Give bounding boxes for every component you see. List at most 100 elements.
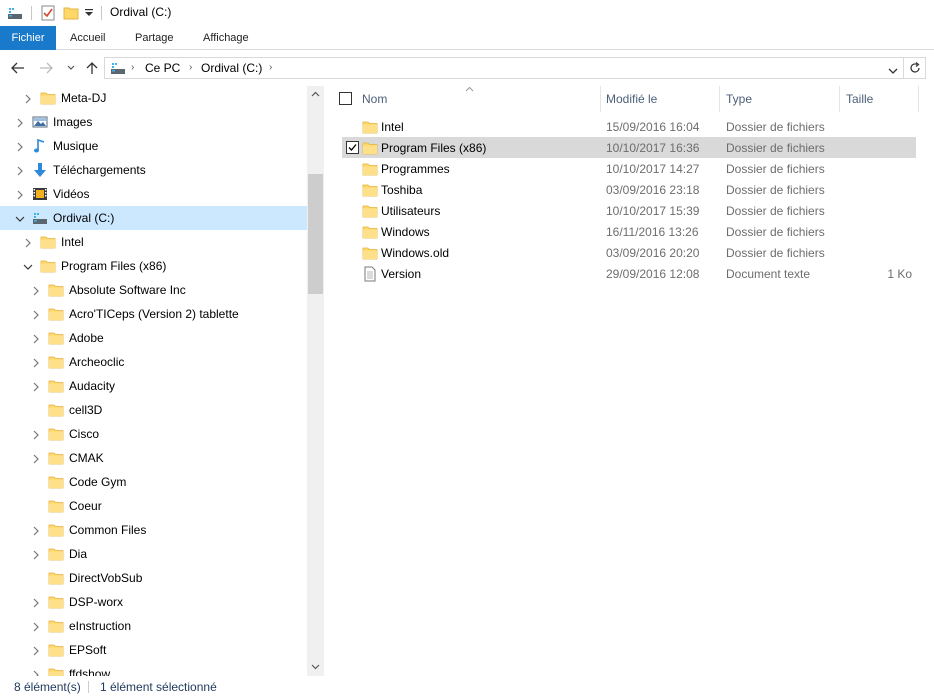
chevron-down-icon[interactable] <box>15 213 25 223</box>
tree-item[interactable]: Archeoclic <box>0 350 307 374</box>
tab-accueil[interactable]: Accueil <box>70 26 105 50</box>
file-row[interactable]: Intel 15/09/2016 16:04 Dossier de fichiers <box>342 116 916 137</box>
column-header-size[interactable]: Taille <box>846 92 873 106</box>
folder-icon <box>362 182 378 198</box>
chevron-right-icon[interactable] <box>31 597 41 608</box>
file-date: 10/10/2017 16:36 <box>606 141 700 155</box>
breadcrumb-separator[interactable]: › <box>131 62 134 73</box>
address-bar[interactable]: › Ce PC › Ordival (C:) › <box>104 57 904 79</box>
chevron-right-icon[interactable] <box>31 645 41 656</box>
forward-arrow-icon <box>40 62 53 74</box>
breadcrumb-ce-pc[interactable]: Ce PC <box>145 61 180 75</box>
chevron-right-icon[interactable] <box>31 357 41 368</box>
chevron-right-icon[interactable] <box>31 669 41 676</box>
up-button[interactable] <box>83 59 101 77</box>
tree-item[interactable]: EPSoft <box>0 638 307 662</box>
folder-icon <box>48 546 64 562</box>
tab-affichage[interactable]: Affichage <box>203 26 249 50</box>
tree-item[interactable]: ffdshow <box>0 662 307 676</box>
tree-item[interactable]: Absolute Software Inc <box>0 278 307 302</box>
refresh-button[interactable] <box>904 57 926 79</box>
folder-icon <box>362 140 378 156</box>
breadcrumb-separator[interactable]: › <box>189 62 192 73</box>
select-all-checkbox[interactable] <box>339 92 352 105</box>
tree-item[interactable]: Audacity <box>0 374 307 398</box>
column-header-name[interactable]: Nom <box>362 92 387 106</box>
new-folder-icon[interactable] <box>63 4 79 22</box>
tree-item-label: Acro'TICeps (Version 2) tablette <box>69 307 239 321</box>
chevron-right-icon[interactable] <box>23 237 33 248</box>
file-list[interactable]: Nom Modifié le Type Taille Intel 15/09/20… <box>324 86 934 676</box>
chevron-right-icon[interactable] <box>15 141 25 152</box>
tree-item[interactable]: Intel <box>0 230 307 254</box>
file-name: Utilisateurs <box>381 204 441 218</box>
file-row[interactable]: Utilisateurs 10/10/2017 15:39 Dossier de f… <box>342 200 916 221</box>
chevron-right-icon[interactable] <box>31 549 41 560</box>
chevron-right-icon[interactable] <box>31 429 41 440</box>
folder-icon <box>48 282 64 298</box>
tree-item[interactable]: eInstruction <box>0 614 307 638</box>
file-row[interactable]: Windows.old 03/09/2016 20:20 Dossier de fi… <box>342 242 916 263</box>
tab-partage[interactable]: Partage <box>135 26 174 50</box>
file-row[interactable]: Programmes 10/10/2017 14:27 Dossier de fic… <box>342 158 916 179</box>
tree-item[interactable]: Dia <box>0 542 307 566</box>
tree-item-label: Téléchargements <box>53 163 146 177</box>
tree-item[interactable]: cell3D <box>0 398 307 422</box>
file-row[interactable]: Toshiba 03/09/2016 23:18 Dossier de fichie… <box>342 179 916 200</box>
tree-item-label: Common Files <box>69 523 147 537</box>
chevron-right-icon[interactable] <box>31 309 41 320</box>
file-date: 03/09/2016 23:18 <box>606 183 700 197</box>
tree-item[interactable]: Program Files (x86) <box>0 254 307 278</box>
file-row[interactable]: Windows 16/11/2016 13:26 Dossier de fichie… <box>342 221 916 242</box>
column-header-date[interactable]: Modifié le <box>606 92 657 106</box>
chevron-down-icon <box>888 68 898 74</box>
status-bar: 8 élément(s) 1 élément sélectionné <box>0 676 934 698</box>
tree-item[interactable]: Acro'TICeps (Version 2) tablette <box>0 302 307 326</box>
tree-item[interactable]: DirectVobSub <box>0 566 307 590</box>
recent-locations-button[interactable] <box>62 59 80 77</box>
forward-button[interactable] <box>37 59 55 77</box>
tree-item[interactable]: DSP-worx <box>0 590 307 614</box>
chevron-right-icon[interactable] <box>15 189 25 200</box>
properties-icon[interactable] <box>41 4 55 22</box>
back-button[interactable] <box>9 59 27 77</box>
navigation-pane[interactable]: Meta-DJ Images Musique Téléchargements Vidéo… <box>0 86 324 676</box>
tree-item[interactable]: Vidéos <box>0 182 307 206</box>
tab-fichier[interactable]: Fichier <box>0 26 56 50</box>
column-header-type[interactable]: Type <box>726 92 752 106</box>
chevron-right-icon[interactable] <box>31 285 41 296</box>
tree-item[interactable]: Common Files <box>0 518 307 542</box>
tree-item[interactable]: Code Gym <box>0 470 307 494</box>
chevron-right-icon[interactable] <box>31 621 41 632</box>
tree-item-label: DSP-worx <box>69 595 124 609</box>
breadcrumb-separator[interactable]: › <box>269 62 272 73</box>
tree-item[interactable]: Images <box>0 110 307 134</box>
file-name: Windows.old <box>381 246 450 260</box>
chevron-right-icon[interactable] <box>31 453 41 464</box>
folder-icon <box>48 498 64 514</box>
chevron-right-icon[interactable] <box>15 165 25 176</box>
chevron-right-icon[interactable] <box>31 525 41 536</box>
customize-quick-access-icon[interactable] <box>85 4 93 22</box>
tree-item[interactable]: Coeur <box>0 494 307 518</box>
chevron-right-icon[interactable] <box>23 93 33 104</box>
tree-item[interactable]: Musique <box>0 134 307 158</box>
chevron-right-icon[interactable] <box>31 381 41 392</box>
row-checkbox[interactable] <box>346 141 359 154</box>
chevron-down-icon[interactable] <box>23 261 33 271</box>
tree-item[interactable]: Ordival (C:) <box>0 206 307 230</box>
tree-item[interactable]: Adobe <box>0 326 307 350</box>
scroll-thumb[interactable] <box>308 174 323 294</box>
drive-icon[interactable] <box>7 4 23 22</box>
chevron-right-icon[interactable] <box>31 333 41 344</box>
address-dropdown-button[interactable] <box>888 64 898 78</box>
tree-item[interactable]: Meta-DJ <box>0 86 307 110</box>
chevron-right-icon[interactable] <box>15 117 25 128</box>
breadcrumb-ordival[interactable]: Ordival (C:) <box>201 61 262 75</box>
tree-item[interactable]: Cisco <box>0 422 307 446</box>
tree-item[interactable]: Téléchargements <box>0 158 307 182</box>
file-row[interactable]: Program Files (x86) 10/10/2017 16:36 Dossi… <box>342 137 916 158</box>
navigation-scrollbar[interactable] <box>307 86 324 676</box>
tree-item[interactable]: CMAK <box>0 446 307 470</box>
file-row[interactable]: Version 29/09/2016 12:08 Document texte 1 K… <box>342 263 916 284</box>
